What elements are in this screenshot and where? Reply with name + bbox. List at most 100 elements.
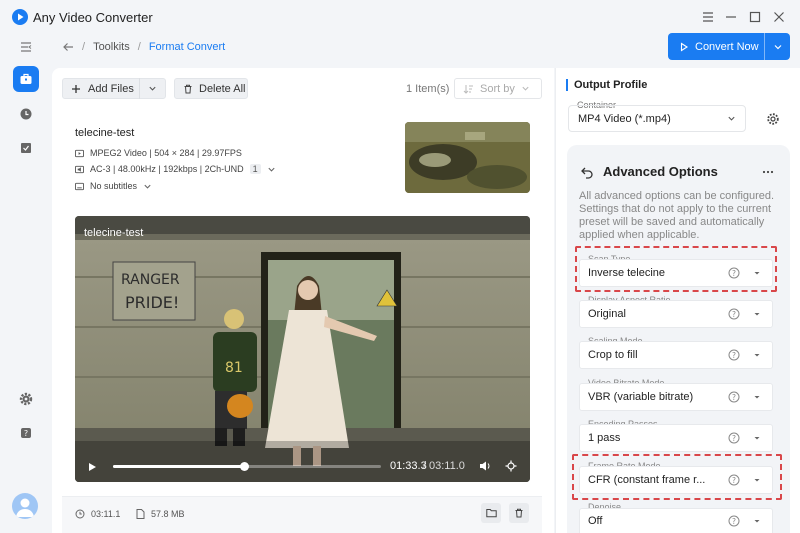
chevron-down-icon bbox=[752, 392, 762, 402]
help-icon[interactable]: ? bbox=[728, 308, 740, 320]
play-outline-icon bbox=[679, 41, 689, 52]
current-time: 01:33.3 bbox=[390, 460, 427, 472]
chevron-down-icon bbox=[727, 114, 736, 123]
chevron-down-icon bbox=[752, 433, 762, 443]
highlight-frame-rate-mode bbox=[572, 454, 782, 500]
svg-text:?: ? bbox=[732, 517, 736, 526]
delete-file-button[interactable] bbox=[509, 503, 529, 523]
svg-text:?: ? bbox=[732, 434, 736, 443]
breadcrumb: / Toolkits / Format Convert bbox=[62, 40, 225, 54]
clock-icon bbox=[75, 509, 85, 519]
chevron-down-icon[interactable] bbox=[267, 165, 276, 174]
help-icon[interactable]: ? bbox=[728, 349, 740, 361]
file-icon bbox=[136, 509, 145, 519]
fullscreen-button[interactable] bbox=[505, 460, 517, 472]
display-aspect-ratio-value: Original bbox=[588, 308, 626, 320]
advanced-options-title: Advanced Options bbox=[603, 164, 718, 179]
video-title-overlay: telecine-test bbox=[84, 227, 144, 239]
back-icon[interactable] bbox=[580, 165, 594, 179]
denoise-select[interactable]: Off ? bbox=[579, 508, 773, 533]
chevron-down-icon bbox=[521, 84, 530, 93]
back-arrow-icon[interactable] bbox=[62, 41, 74, 53]
sidebar-item-settings[interactable] bbox=[13, 386, 39, 412]
audio-info: AC-3 | 48.00kHz | 192kbps | 2Ch-UND bbox=[90, 164, 244, 174]
fullscreen-icon bbox=[505, 460, 517, 472]
time-separator: / bbox=[423, 460, 427, 472]
delete-all-button[interactable]: Delete All bbox=[174, 78, 248, 99]
breadcrumb-current: Format Convert bbox=[148, 41, 226, 53]
svg-text:PRIDE!: PRIDE! bbox=[125, 293, 179, 312]
display-aspect-ratio-select[interactable]: Original ? bbox=[579, 300, 773, 328]
items-count: 1 Item(s) bbox=[406, 83, 450, 95]
app-title: Any Video Converter bbox=[33, 10, 153, 25]
file-name: telecine-test bbox=[75, 127, 135, 139]
trash-icon bbox=[183, 84, 193, 94]
chevron-down-icon[interactable] bbox=[143, 182, 152, 191]
encoding-passes-select[interactable]: 1 pass ? bbox=[579, 424, 773, 452]
play-button[interactable] bbox=[86, 461, 98, 473]
denoise-value: Off bbox=[588, 515, 603, 527]
container-value: MP4 Video (*.mp4) bbox=[578, 112, 671, 125]
audio-track-count-badge: 1 bbox=[249, 164, 261, 174]
duration-stat: 03:11.1 bbox=[75, 509, 120, 519]
breadcrumb-toolkits[interactable]: Toolkits bbox=[93, 41, 130, 53]
highlight-scan-type bbox=[575, 246, 777, 292]
encoding-passes-value: 1 pass bbox=[588, 432, 621, 444]
video-thumbnail[interactable] bbox=[405, 122, 530, 193]
sort-by-button[interactable]: Sort by bbox=[454, 78, 542, 99]
menu-icon[interactable] bbox=[700, 9, 716, 25]
toolbox-icon bbox=[19, 72, 33, 86]
subtitles-value: No subtitles bbox=[90, 181, 138, 191]
convert-options-dropdown[interactable] bbox=[765, 42, 790, 52]
container-select[interactable]: MP4 Video (*.mp4) bbox=[568, 105, 746, 132]
scaling-mode-select[interactable]: Crop to fill ? bbox=[579, 341, 773, 369]
video-bitrate-mode-select[interactable]: VBR (variable bitrate) ? bbox=[579, 383, 773, 411]
convert-now-button[interactable]: Convert Now bbox=[668, 33, 790, 60]
video-info-row: MPEG2 Video | 504 × 284 | 29.97FPS bbox=[75, 148, 242, 158]
chevron-down-icon bbox=[773, 42, 783, 52]
video-preview[interactable]: RANGER PRIDE! 81 bbox=[75, 216, 530, 482]
profile-settings-button[interactable] bbox=[764, 110, 782, 128]
section-marker bbox=[566, 79, 568, 91]
more-options-icon[interactable] bbox=[761, 165, 775, 179]
minimize-button[interactable] bbox=[723, 9, 739, 25]
avatar[interactable] bbox=[12, 493, 38, 519]
clock-icon bbox=[19, 107, 33, 121]
subtitles-row[interactable]: No subtitles bbox=[75, 181, 152, 191]
add-files-main[interactable]: Add Files bbox=[63, 83, 139, 95]
settings-icon bbox=[19, 392, 33, 406]
delete-all-label: Delete All bbox=[199, 82, 246, 95]
sidebar-item-toolkits[interactable] bbox=[13, 66, 39, 92]
close-button[interactable] bbox=[771, 9, 787, 25]
scaling-mode-value: Crop to fill bbox=[588, 349, 638, 361]
convert-now-main[interactable]: Convert Now bbox=[668, 41, 764, 53]
help-icon[interactable]: ? bbox=[728, 391, 740, 403]
help-icon[interactable]: ? bbox=[728, 515, 740, 527]
open-folder-button[interactable] bbox=[481, 503, 501, 523]
audio-track-icon bbox=[75, 165, 84, 174]
sidebar-toggle-icon[interactable] bbox=[13, 34, 39, 60]
duration-value: 03:11.1 bbox=[91, 509, 121, 519]
add-files-dropdown[interactable] bbox=[140, 84, 165, 93]
add-files-label: Add Files bbox=[88, 82, 134, 95]
sidebar-item-tasks[interactable] bbox=[13, 135, 39, 161]
breadcrumb-separator: / bbox=[137, 41, 141, 53]
chevron-down-icon bbox=[148, 84, 157, 93]
audio-info-row[interactable]: AC-3 | 48.00kHz | 192kbps | 2Ch-UND 1 bbox=[75, 164, 276, 174]
folder-icon bbox=[485, 508, 497, 518]
svg-text:81: 81 bbox=[225, 360, 243, 376]
size-stat: 57.8 MB bbox=[136, 509, 185, 519]
maximize-button[interactable] bbox=[747, 9, 763, 25]
add-files-button[interactable]: Add Files bbox=[62, 78, 166, 99]
help-icon[interactable]: ? bbox=[728, 432, 740, 444]
sidebar-item-help[interactable]: ? bbox=[13, 420, 39, 446]
sort-by-label: Sort by bbox=[480, 82, 515, 95]
chevron-down-icon bbox=[752, 516, 762, 526]
trash-icon bbox=[514, 508, 524, 518]
file-footer bbox=[62, 496, 542, 533]
sidebar-item-history[interactable] bbox=[13, 101, 39, 127]
video-info: MPEG2 Video | 504 × 284 | 29.97FPS bbox=[90, 148, 242, 158]
svg-text:?: ? bbox=[732, 393, 736, 402]
total-time: 03:11.0 bbox=[429, 460, 465, 472]
volume-button[interactable] bbox=[479, 460, 492, 472]
